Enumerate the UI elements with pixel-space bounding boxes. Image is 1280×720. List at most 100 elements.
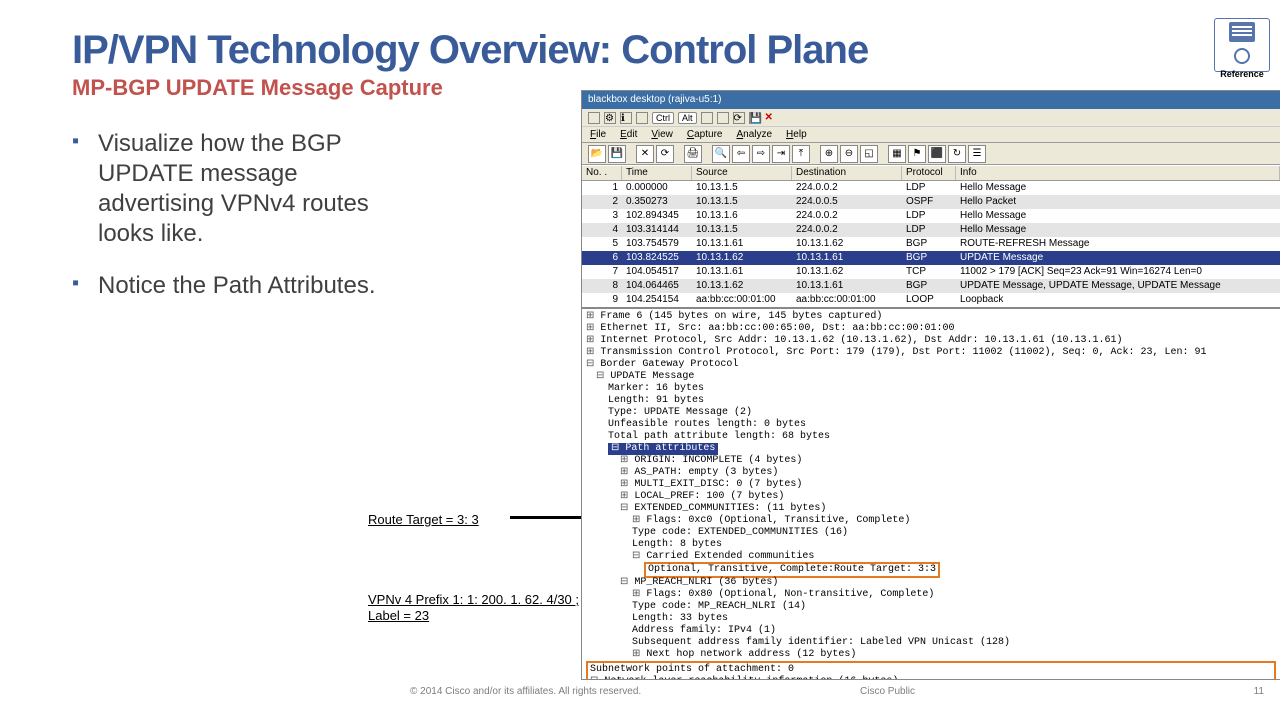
detail-line[interactable]: ⊞ Transmission Control Protocol, Src Por…	[586, 347, 1276, 359]
packet-list[interactable]: 10.00000010.13.1.5224.0.0.2LDPHello Mess…	[582, 181, 1280, 307]
close-icon[interactable]: ✕	[765, 112, 773, 123]
detail-line[interactable]: ⊟ MP_REACH_NLRI (36 bytes)	[586, 577, 1276, 589]
col-no[interactable]: No. .	[582, 166, 622, 180]
menu-bar[interactable]: File Edit View Capture Analyze Help	[582, 127, 1280, 143]
page-number: 11	[1254, 686, 1264, 697]
detail-line[interactable]: ⊞ AS_PATH: empty (3 bytes)	[586, 467, 1276, 479]
packet-row[interactable]: 20.35027310.13.1.5224.0.0.5OSPFHello Pac…	[582, 195, 1280, 209]
bullet-item: Notice the Path Attributes.	[72, 271, 412, 301]
zoom-out-icon[interactable]: ⊖	[840, 145, 858, 163]
info-icon[interactable]: ℹ	[620, 112, 632, 124]
menu-file[interactable]: File	[590, 127, 606, 142]
alt-key[interactable]: Alt	[678, 112, 697, 124]
col-destination[interactable]: Destination	[792, 166, 902, 180]
detail-line: Total path attribute length: 68 bytes	[586, 431, 1276, 443]
reference-label: Reference	[1215, 69, 1269, 79]
detail-line: Type code: EXTENDED_COMMUNITIES (16)	[586, 527, 1276, 539]
options-icon[interactable]: ⚙	[604, 112, 616, 124]
page-title: IP/VPN Technology Overview: Control Plan…	[72, 28, 1208, 73]
bullet-item: Visualize how the BGP UPDATE message adv…	[72, 129, 412, 249]
book-icon	[1229, 22, 1255, 42]
open-icon[interactable]: 📂	[588, 145, 606, 163]
menu-view[interactable]: View	[651, 127, 673, 142]
detail-line: Marker: 16 bytes	[586, 383, 1276, 395]
annotation-route-target: Route Target = 3: 3	[366, 508, 481, 532]
first-icon[interactable]: ⤒	[792, 145, 810, 163]
col-time[interactable]: Time	[622, 166, 692, 180]
print-icon[interactable]: 🖨	[684, 145, 702, 163]
detail-route-target: Optional, Transitive, Complete:Route Tar…	[586, 563, 1276, 577]
detail-line: Address family: IPv4 (1)	[586, 625, 1276, 637]
zoom-in-icon[interactable]: ⊕	[820, 145, 838, 163]
packet-list-header[interactable]: No. . Time Source Destination Protocol I…	[582, 165, 1280, 181]
detail-line[interactable]: ⊞ Frame 6 (145 bytes on wire, 145 bytes …	[586, 311, 1276, 323]
reload-icon[interactable]: ⟳	[656, 145, 674, 163]
packet-row[interactable]: 7104.05451710.13.1.6110.13.1.62TCP11002 …	[582, 265, 1280, 279]
stop-icon[interactable]: ⬛	[928, 145, 946, 163]
packet-row[interactable]: 10.00000010.13.1.5224.0.0.2LDPHello Mess…	[582, 181, 1280, 195]
prev-icon[interactable]: ⇦	[732, 145, 750, 163]
packet-row[interactable]: 3102.89434510.13.1.6224.0.0.2LDPHello Me…	[582, 209, 1280, 223]
window-titlebar: blackbox desktop (rajiva-u5:1)	[582, 91, 1280, 109]
detail-line[interactable]: ⊞ Next hop network address (12 bytes)	[586, 649, 1276, 661]
reference-badge: Reference	[1214, 18, 1270, 72]
fullscreen-icon[interactable]	[636, 112, 648, 124]
copy-icon[interactable]	[701, 112, 713, 124]
next-icon[interactable]: ⇨	[752, 145, 770, 163]
packet-row[interactable]: 6103.82452510.13.1.6210.13.1.61BGPUPDATE…	[582, 251, 1280, 265]
col-protocol[interactable]: Protocol	[902, 166, 956, 180]
detail-line: Subnetwork points of attachment: 0	[590, 664, 1272, 676]
detail-line: Type: UPDATE Message (2)	[586, 407, 1276, 419]
goto-icon[interactable]: ⇥	[772, 145, 790, 163]
detail-line: Unfeasible routes length: 0 bytes	[586, 419, 1276, 431]
main-toolbar[interactable]: 📂 💾 ✕ ⟳ 🖨 🔍 ⇦ ⇨ ⇥ ⤒ ⊕ ⊖ ◱ ▦ ⚑ ⬛ ↻ ☰	[582, 143, 1280, 165]
detail-line[interactable]: ⊞ ORIGIN: INCOMPLETE (4 bytes)	[586, 455, 1276, 467]
col-source[interactable]: Source	[692, 166, 792, 180]
detail-nlri-box: Subnetwork points of attachment: 0 ⊟ Net…	[586, 661, 1276, 680]
refresh-icon[interactable]: ⟳	[733, 112, 745, 124]
zoom-fit-icon[interactable]: ◱	[860, 145, 878, 163]
detail-line[interactable]: ⊟ Border Gateway Protocol	[586, 359, 1276, 371]
detail-line[interactable]: ⊟ Network layer reachability information…	[590, 676, 1272, 680]
vnc-toolbar[interactable]: ⚙ ℹ Ctrl Alt ⟳ 💾 ✕	[582, 109, 1280, 127]
detail-line[interactable]: ⊞ Ethernet II, Src: aa:bb:cc:00:65:00, D…	[586, 323, 1276, 335]
bullet-list: Visualize how the BGP UPDATE message adv…	[72, 129, 412, 301]
col-info[interactable]: Info	[956, 166, 1280, 180]
packet-row[interactable]: 5103.75457910.13.1.6110.13.1.62BGPROUTE-…	[582, 237, 1280, 251]
wireshark-window: blackbox desktop (rajiva-u5:1) ⚙ ℹ Ctrl …	[581, 90, 1280, 680]
menu-capture[interactable]: Capture	[687, 127, 723, 142]
detail-line: Type code: MP_REACH_NLRI (14)	[586, 601, 1276, 613]
close-icon[interactable]: ✕	[636, 145, 654, 163]
menu-analyze[interactable]: Analyze	[736, 127, 772, 142]
detail-line[interactable]: ⊟ UPDATE Message	[586, 371, 1276, 383]
detail-line: Subsequent address family identifier: La…	[586, 637, 1276, 649]
find-icon[interactable]: 🔍	[712, 145, 730, 163]
packet-detail[interactable]: ⊞ Frame 6 (145 bytes on wire, 145 bytes …	[582, 307, 1280, 680]
color-icon[interactable]: ▦	[888, 145, 906, 163]
save-icon[interactable]: 💾	[749, 112, 761, 124]
connect-icon[interactable]	[588, 112, 600, 124]
packet-row[interactable]: 9104.254154aa:bb:cc:00:01:00aa:bb:cc:00:…	[582, 293, 1280, 307]
menu-edit[interactable]: Edit	[620, 127, 637, 142]
save-icon[interactable]: 💾	[608, 145, 626, 163]
detail-path-attributes[interactable]: ⊟ Path attributes	[586, 443, 1276, 455]
filter-icon[interactable]: ☰	[968, 145, 986, 163]
detail-line: Length: 33 bytes	[586, 613, 1276, 625]
detail-line[interactable]: ⊞ Flags: 0xc0 (Optional, Transitive, Com…	[586, 515, 1276, 527]
detail-line[interactable]: ⊞ MULTI_EXIT_DISC: 0 (7 bytes)	[586, 479, 1276, 491]
footer-cisco-public: Cisco Public	[860, 686, 915, 697]
detail-line[interactable]: ⊞ LOCAL_PREF: 100 (7 bytes)	[586, 491, 1276, 503]
detail-line[interactable]: ⊞ Flags: 0x80 (Optional, Non-transitive,…	[586, 589, 1276, 601]
annotation-vpnv4-prefix: VPNv 4 Prefix 1: 1: 200. 1. 62. 4/30 ; L…	[366, 588, 596, 627]
menu-help[interactable]: Help	[786, 127, 807, 142]
detail-line[interactable]: ⊟ EXTENDED_COMMUNITIES: (11 bytes)	[586, 503, 1276, 515]
detail-line: Length: 91 bytes	[586, 395, 1276, 407]
detail-line[interactable]: ⊞ Internet Protocol, Src Addr: 10.13.1.6…	[586, 335, 1276, 347]
paste-icon[interactable]	[717, 112, 729, 124]
restart-icon[interactable]: ↻	[948, 145, 966, 163]
packet-row[interactable]: 4103.31414410.13.1.5224.0.0.2LDPHello Me…	[582, 223, 1280, 237]
ctrl-key[interactable]: Ctrl	[652, 112, 674, 124]
capture-opts-icon[interactable]: ⚑	[908, 145, 926, 163]
packet-row[interactable]: 8104.06446510.13.1.6210.13.1.61BGPUPDATE…	[582, 279, 1280, 293]
footer: © 2014 Cisco and/or its affiliates. All …	[0, 686, 1280, 706]
